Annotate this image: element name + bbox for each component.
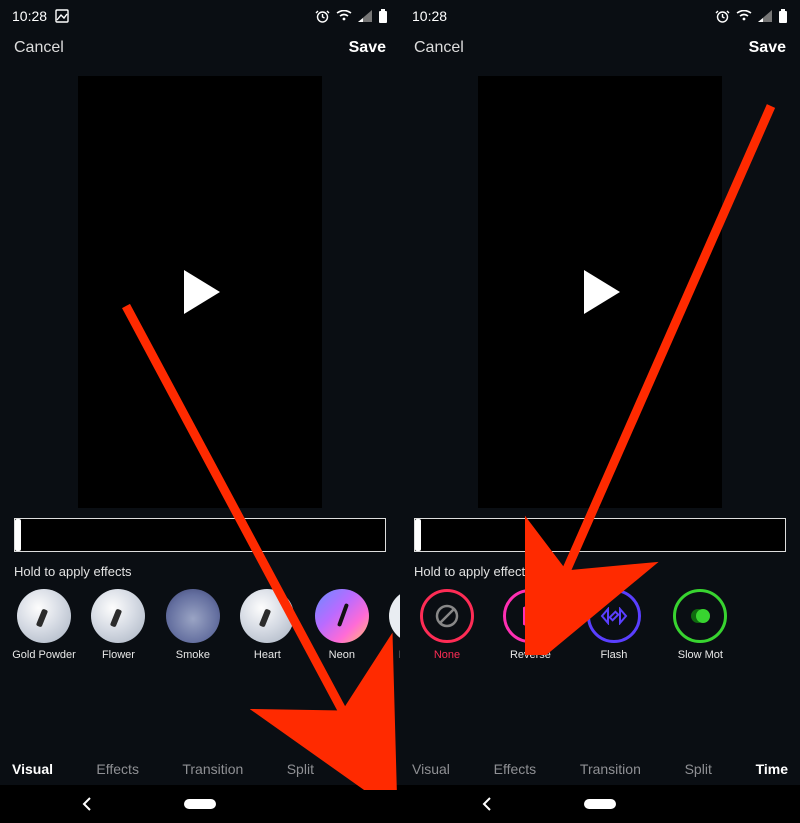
tab-split[interactable]: Split bbox=[287, 761, 314, 777]
timeline[interactable] bbox=[414, 518, 786, 552]
tab-effects[interactable]: Effects bbox=[494, 761, 537, 777]
tabs: Visual Effects Transition Split Time bbox=[400, 753, 800, 785]
android-nav-bar bbox=[0, 785, 400, 823]
tab-time[interactable]: Time bbox=[756, 761, 788, 777]
effects-scroll[interactable]: Gold Powder Flower Smoke Heart Neon Rain… bbox=[0, 589, 400, 685]
alarm-icon bbox=[315, 9, 330, 24]
effect-thumb bbox=[315, 589, 369, 643]
effect-thumb bbox=[17, 589, 71, 643]
tab-transition[interactable]: Transition bbox=[580, 761, 641, 777]
right-screenshot: 10:28 Cancel Save Hold to apply effects bbox=[400, 0, 800, 823]
tab-visual[interactable]: Visual bbox=[412, 761, 450, 777]
signal-icon bbox=[358, 10, 372, 22]
time-effects-scroll[interactable]: None Reverse Flash Slow Mot bbox=[400, 589, 800, 685]
back-nav-icon[interactable] bbox=[80, 797, 94, 811]
signal-icon bbox=[758, 10, 772, 22]
timeline-handle[interactable] bbox=[15, 519, 21, 551]
effect-thumb bbox=[91, 589, 145, 643]
alarm-icon bbox=[715, 9, 730, 24]
battery-icon bbox=[378, 9, 388, 24]
timeline-handle[interactable] bbox=[415, 519, 421, 551]
effect-flower[interactable]: Flower bbox=[86, 589, 150, 662]
tab-split[interactable]: Split bbox=[685, 761, 712, 777]
timeline[interactable] bbox=[14, 518, 386, 552]
effect-neon[interactable]: Neon bbox=[310, 589, 374, 662]
effect-heart[interactable]: Heart bbox=[235, 589, 299, 662]
reverse-icon bbox=[503, 589, 557, 643]
clock-text: 10:28 bbox=[12, 8, 47, 24]
play-icon[interactable] bbox=[580, 270, 620, 314]
effect-smoke[interactable]: Smoke bbox=[161, 589, 225, 662]
effect-flash[interactable]: Flash bbox=[579, 589, 649, 662]
play-icon[interactable] bbox=[180, 270, 220, 314]
back-nav-icon[interactable] bbox=[480, 797, 494, 811]
picture-icon bbox=[55, 9, 69, 23]
android-nav-bar bbox=[400, 785, 800, 823]
effect-gold-powder[interactable]: Gold Powder bbox=[12, 589, 76, 662]
tabs: Visual Effects Transition Split Time bbox=[0, 753, 400, 785]
save-button[interactable]: Save bbox=[749, 39, 786, 57]
wifi-icon bbox=[736, 10, 752, 22]
wifi-icon bbox=[336, 10, 352, 22]
slowmo-icon bbox=[673, 589, 727, 643]
hint-text: Hold to apply effects bbox=[400, 558, 800, 589]
status-bar: 10:28 bbox=[400, 0, 800, 28]
top-bar: Cancel Save bbox=[0, 28, 400, 68]
effect-thumb bbox=[240, 589, 294, 643]
clock-text: 10:28 bbox=[412, 8, 447, 24]
battery-icon bbox=[778, 9, 788, 24]
cancel-button[interactable]: Cancel bbox=[414, 39, 464, 57]
tab-time[interactable]: Time bbox=[357, 761, 388, 777]
cancel-button[interactable]: Cancel bbox=[14, 39, 64, 57]
effect-none[interactable]: None bbox=[412, 589, 482, 662]
video-preview[interactable] bbox=[78, 76, 322, 508]
top-bar: Cancel Save bbox=[400, 28, 800, 68]
flash-icon bbox=[587, 589, 641, 643]
none-icon bbox=[420, 589, 474, 643]
video-preview[interactable] bbox=[478, 76, 722, 508]
effect-thumb bbox=[389, 589, 400, 643]
left-screenshot: 10:28 Cancel Save Hold to apply e bbox=[0, 0, 400, 823]
hint-text: Hold to apply effects bbox=[0, 558, 400, 589]
effect-slow-motion[interactable]: Slow Mot bbox=[659, 589, 741, 662]
status-bar: 10:28 bbox=[0, 0, 400, 28]
effect-thumb bbox=[166, 589, 220, 643]
tab-visual[interactable]: Visual bbox=[12, 761, 53, 777]
tab-effects[interactable]: Effects bbox=[96, 761, 139, 777]
save-button[interactable]: Save bbox=[349, 39, 386, 57]
effect-rainbo[interactable]: Rainbo bbox=[384, 589, 400, 662]
home-nav-icon[interactable] bbox=[584, 799, 616, 809]
tab-transition[interactable]: Transition bbox=[182, 761, 243, 777]
home-nav-icon[interactable] bbox=[184, 799, 216, 809]
effect-reverse[interactable]: Reverse bbox=[492, 589, 568, 662]
